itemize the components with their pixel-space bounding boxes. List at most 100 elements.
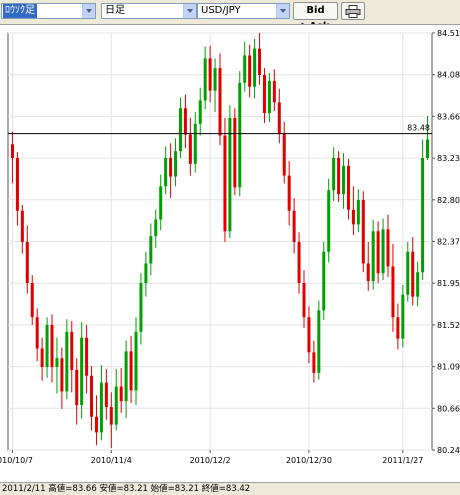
- candle-body: [381, 229, 385, 274]
- y-tick-label: 83.66: [437, 112, 460, 121]
- candle-body: [238, 82, 242, 188]
- candle-body: [144, 263, 148, 284]
- candle-body: [337, 158, 341, 195]
- candle-body: [233, 117, 237, 188]
- bid-ask-button[interactable]: Bid ▶Ask: [293, 2, 338, 32]
- printer-icon: [345, 5, 361, 18]
- candle-body: [169, 158, 173, 177]
- candle-body: [223, 135, 227, 232]
- candle-body: [302, 283, 306, 318]
- candle-body: [411, 251, 415, 297]
- candle-body: [258, 48, 262, 75]
- candle-body: [361, 199, 365, 264]
- candle-body: [312, 352, 316, 373]
- candle-body: [426, 139, 430, 159]
- candle-body: [253, 48, 257, 87]
- candle-body: [70, 331, 74, 370]
- chevron-down-icon[interactable]: [183, 4, 196, 18]
- chart-type-select[interactable]: ﾛｳｿｸ足: [1, 3, 96, 19]
- candle-body: [99, 382, 103, 433]
- candle-body: [178, 108, 182, 152]
- candle-body: [366, 263, 370, 282]
- candle-body: [50, 324, 54, 367]
- y-tick-label: 82.37: [437, 238, 460, 247]
- candle-body: [198, 100, 202, 124]
- candle-body: [406, 251, 410, 295]
- y-tick-label: 83.23: [437, 154, 460, 163]
- candle-body: [267, 80, 271, 114]
- candle-body: [75, 369, 79, 406]
- x-tick-label: 2010/11/4: [91, 456, 132, 465]
- candle-body: [94, 416, 98, 433]
- y-tick-label: 80.24: [437, 446, 460, 455]
- candle-body: [346, 165, 350, 210]
- candle-body: [248, 55, 252, 87]
- candle-body: [421, 158, 425, 273]
- chart-type-value: ﾛｳｿｸ足: [3, 4, 37, 18]
- candle-body: [55, 358, 59, 367]
- y-tick-label: 84.51: [437, 29, 460, 38]
- x-tick-label: 2011/1/27: [382, 456, 423, 465]
- candle-body: [80, 337, 84, 406]
- status-bar: 2011/2/11 高値=83.66 安値=83.21 始値=83.21 終値=…: [0, 482, 460, 495]
- y-tick-label: 81.52: [437, 321, 460, 330]
- candle-body: [174, 151, 178, 177]
- candle-body: [396, 317, 400, 339]
- candlestick-chart[interactable]: 84.51 84.08 83.66 83.23 82.80 82.37 81.95 81.52…: [0, 25, 460, 481]
- candle-body: [277, 102, 281, 134]
- candle-body: [183, 108, 187, 135]
- candle-body: [342, 165, 346, 195]
- y-tick-label: 84.08: [437, 71, 460, 80]
- print-button[interactable]: [341, 2, 365, 20]
- symbol-select[interactable]: USD/JPY: [197, 3, 290, 19]
- chevron-down-icon[interactable]: [82, 4, 95, 18]
- candle-body: [119, 386, 123, 402]
- candle-body: [228, 117, 232, 232]
- y-tick-label: 82.80: [437, 196, 460, 205]
- candle-body: [356, 199, 360, 225]
- x-tick-label: 2010/12/2: [190, 456, 231, 465]
- candle-body: [327, 190, 331, 252]
- period-select[interactable]: 日足: [101, 3, 197, 19]
- candle-body: [272, 80, 276, 103]
- candle-body: [139, 283, 143, 332]
- candle-body: [85, 337, 89, 376]
- candle-body: [351, 209, 355, 225]
- chart-panel[interactable]: 84.51 84.08 83.66 83.23 82.80 82.37 81.95 81.52…: [0, 24, 460, 482]
- candle-body: [15, 158, 19, 211]
- candle-body: [262, 74, 266, 114]
- candle-body: [10, 144, 14, 159]
- candle-body: [104, 382, 108, 408]
- candle-body: [208, 58, 212, 91]
- candle-body: [386, 229, 390, 267]
- y-tick-label: 81.95: [437, 279, 460, 288]
- x-tick-label: 2010/10/7: [0, 456, 33, 465]
- candle-body: [416, 272, 420, 297]
- candle-body: [40, 348, 44, 367]
- candle-body: [213, 68, 217, 91]
- candle-body: [203, 58, 207, 101]
- candle-body: [129, 351, 133, 391]
- candle-body: [297, 241, 301, 284]
- candle-body: [188, 134, 192, 164]
- candle-body: [307, 317, 311, 353]
- candle-body: [90, 375, 94, 417]
- candle-body: [332, 158, 336, 191]
- candle-body: [287, 175, 291, 211]
- candle-body: [35, 317, 39, 349]
- candle-body: [134, 331, 138, 391]
- y-tick-label: 81.09: [437, 363, 460, 372]
- x-tick-label: 2010/12/30: [286, 456, 332, 465]
- candle-body: [20, 210, 24, 242]
- chevron-down-icon[interactable]: [276, 4, 289, 18]
- candle-body: [218, 68, 222, 136]
- candle-body: [45, 324, 49, 367]
- candle-body: [159, 186, 163, 220]
- candle-body: [65, 331, 69, 392]
- candle-body: [60, 358, 64, 392]
- candle-body: [322, 251, 326, 311]
- period-value: 日足: [105, 5, 125, 16]
- candle-body: [391, 266, 395, 318]
- candle-body: [292, 210, 296, 242]
- candle-body: [109, 407, 113, 425]
